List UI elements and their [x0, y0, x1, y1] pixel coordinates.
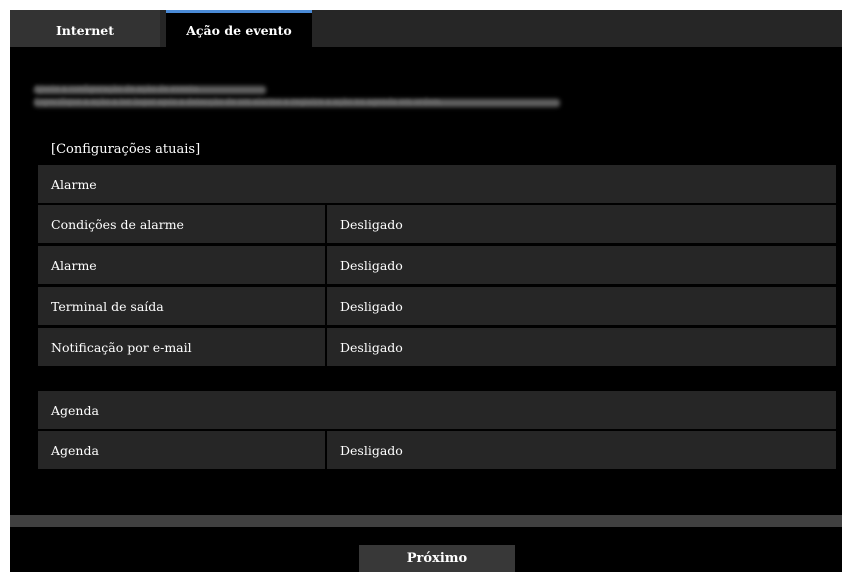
- row-value: Desligado: [327, 287, 836, 325]
- intro-text-line-1: Ajuste a configuração de ação de evento.: [34, 84, 201, 93]
- tab-bar: Internet Ação de evento: [10, 10, 842, 47]
- row-label: Notificação por e-mail: [38, 328, 325, 366]
- tab-acao-de-evento[interactable]: Ação de evento: [166, 10, 312, 47]
- intro-text-line-2: Especifique a ação a ter lugar após a de…: [34, 97, 443, 106]
- current-settings-heading: [Configurações atuais]: [51, 142, 201, 157]
- row-value: Desligado: [327, 246, 836, 284]
- row-value: Desligado: [327, 431, 836, 469]
- row-label: Condições de alarme: [38, 205, 325, 243]
- row-label: Terminal de saída: [38, 287, 325, 325]
- tab-internet[interactable]: Internet: [10, 10, 160, 47]
- settings-frame: Internet Ação de evento Ajuste a configu…: [10, 10, 842, 572]
- intro-text: Ajuste a configuração de ação de evento.…: [34, 82, 443, 108]
- next-button[interactable]: Próximo: [359, 545, 515, 572]
- row-label: Agenda: [38, 431, 325, 469]
- row-value: Desligado: [327, 205, 836, 243]
- row-label: Alarme: [38, 246, 325, 284]
- schedule-section-title: Agenda: [38, 391, 836, 429]
- alarm-section-title: Alarme: [38, 165, 836, 203]
- footer-divider: [10, 515, 842, 527]
- row-value: Desligado: [327, 328, 836, 366]
